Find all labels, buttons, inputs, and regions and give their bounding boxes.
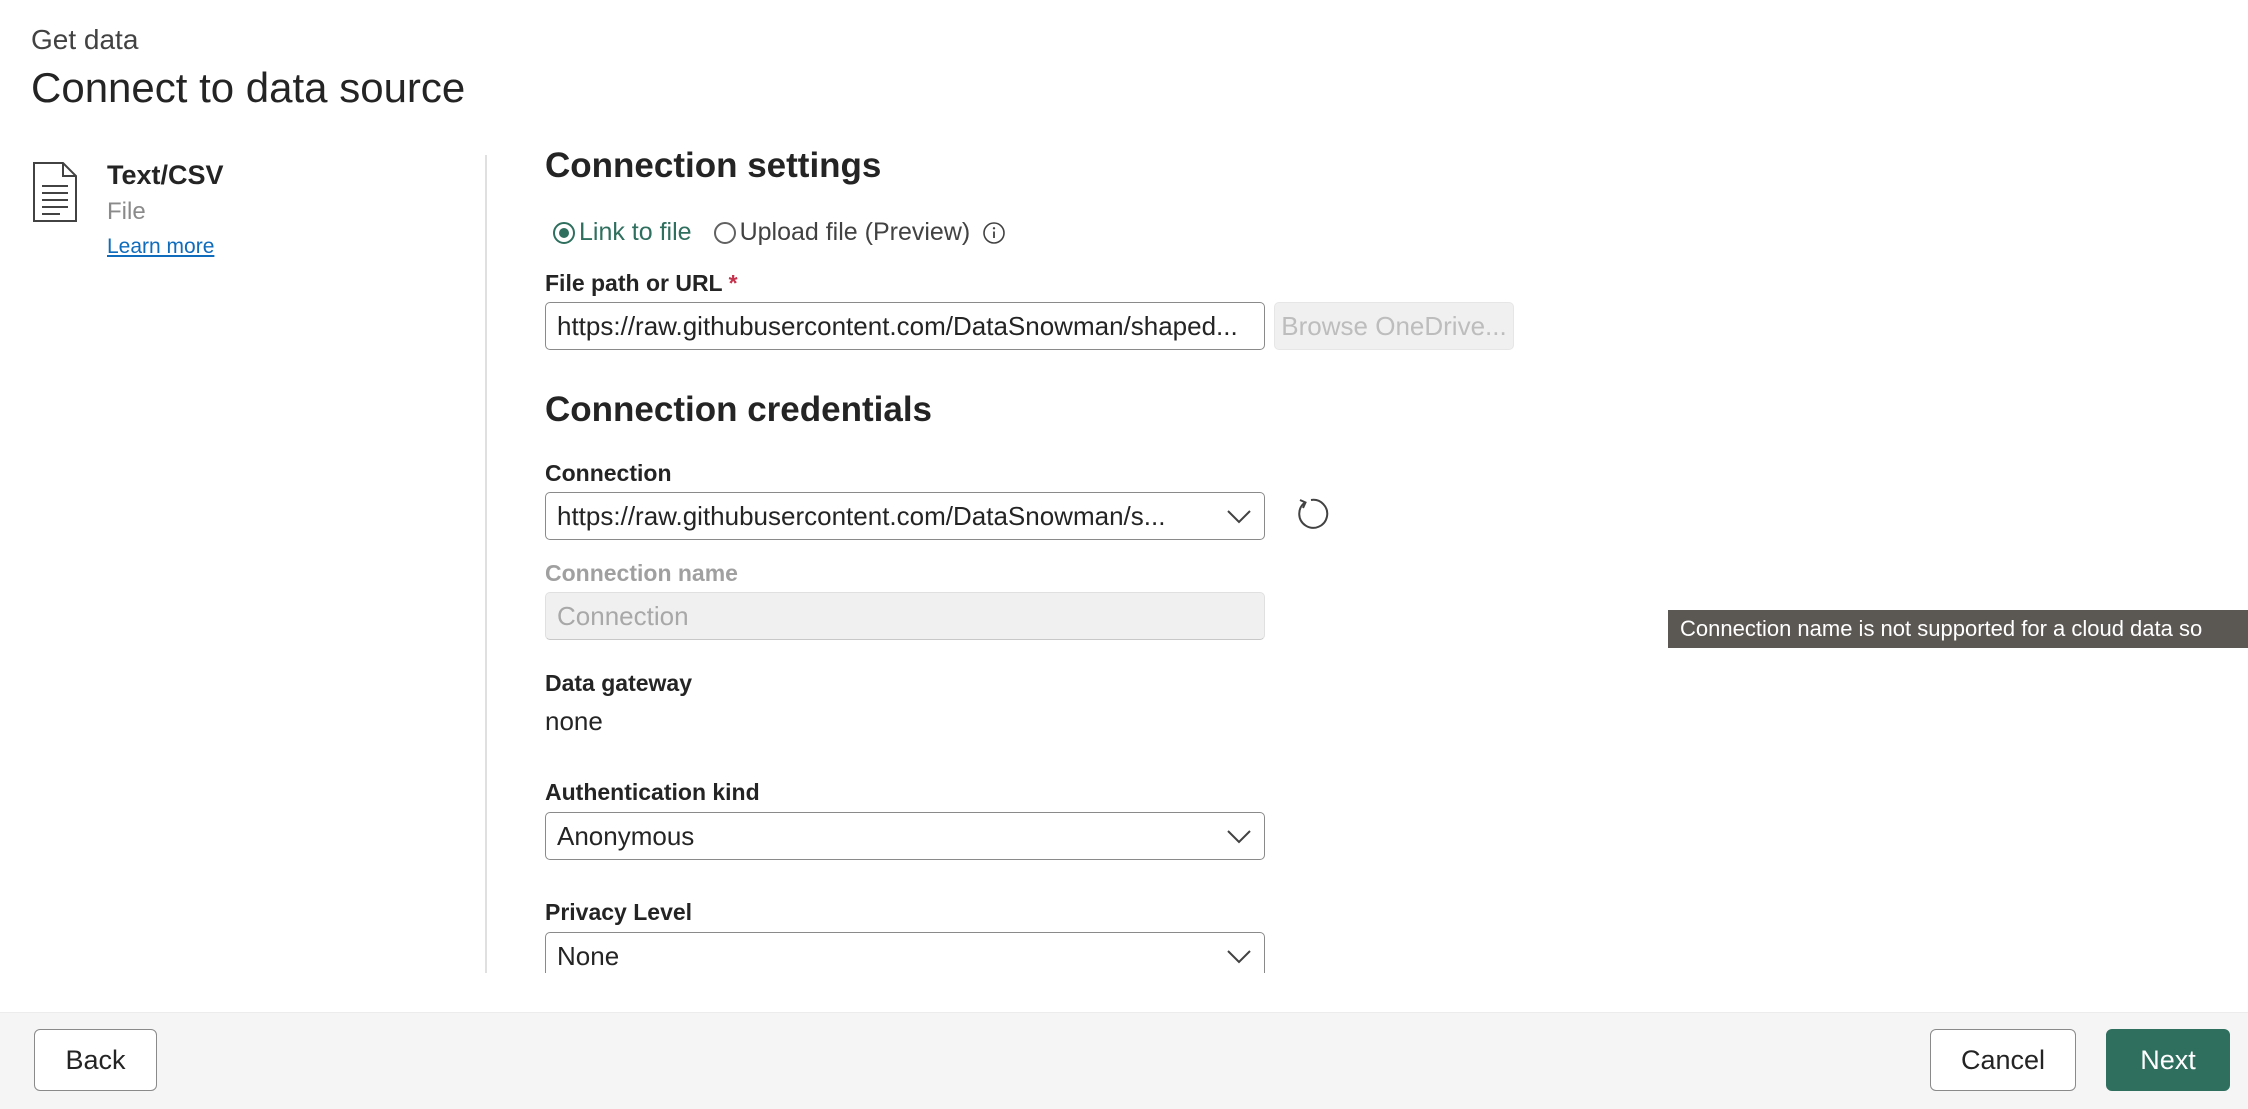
connection-name-tooltip: Connection name is not supported for a c… [1668, 610, 2248, 648]
connection-name-input[interactable]: Connection [545, 592, 1265, 640]
next-button[interactable]: Next [2106, 1029, 2230, 1091]
chevron-down-icon [1227, 830, 1251, 844]
privacy-level-label: Privacy Level [545, 899, 693, 925]
link-to-file-label[interactable]: Link to file [579, 218, 692, 247]
cancel-button[interactable]: Cancel [1930, 1029, 2076, 1091]
connector-kind: File [107, 198, 146, 225]
link-to-file-radio[interactable] [553, 221, 575, 244]
file-path-input[interactable]: https://raw.githubusercontent.com/DataSn… [545, 302, 1265, 350]
data-gateway-value: none [545, 706, 603, 736]
connection-value: https://raw.githubusercontent.com/DataSn… [557, 500, 1166, 531]
auth-kind-dropdown[interactable]: Anonymous [545, 812, 1265, 860]
file-path-label-text: File path or URL [545, 270, 723, 296]
privacy-level-clip: None [545, 932, 1267, 973]
browse-onedrive-button[interactable]: Browse OneDrive... [1274, 302, 1514, 350]
connection-dropdown[interactable]: https://raw.githubusercontent.com/DataSn… [545, 492, 1265, 540]
privacy-level-dropdown[interactable]: None [545, 932, 1265, 973]
connection-settings-title: Connection settings [545, 146, 882, 185]
required-marker: * [728, 270, 738, 296]
panel-divider [485, 155, 487, 973]
auth-kind-value: Anonymous [557, 820, 695, 851]
file-path-value: https://raw.githubusercontent.com/DataSn… [557, 310, 1238, 341]
connection-name-placeholder: Connection [557, 600, 689, 631]
chevron-down-icon [1227, 950, 1251, 964]
back-button[interactable]: Back [34, 1029, 157, 1091]
footer-bar [0, 1012, 2248, 1109]
page-title: Connect to data source [31, 64, 466, 111]
upload-file-label[interactable]: Upload file (Preview) [740, 218, 971, 247]
connection-name-label: Connection name [545, 560, 738, 586]
refresh-icon[interactable] [1293, 496, 1329, 532]
file-path-label: File path or URL * [545, 270, 738, 297]
privacy-level-value: None [557, 940, 620, 971]
chevron-down-icon [1227, 510, 1251, 524]
upload-file-radio[interactable] [713, 221, 736, 244]
file-source-radio-group: Link to file Upload file (Preview) [553, 218, 1006, 247]
learn-more-link[interactable]: Learn more [107, 235, 214, 259]
info-icon[interactable] [982, 221, 1006, 245]
connection-label: Connection [545, 460, 672, 486]
page-subtitle: Get data [31, 24, 139, 55]
auth-kind-label: Authentication kind [545, 779, 760, 805]
connector-name: Text/CSV [107, 160, 224, 190]
document-icon [33, 162, 77, 222]
data-gateway-label: Data gateway [545, 670, 693, 696]
connection-credentials-title: Connection credentials [545, 390, 933, 429]
